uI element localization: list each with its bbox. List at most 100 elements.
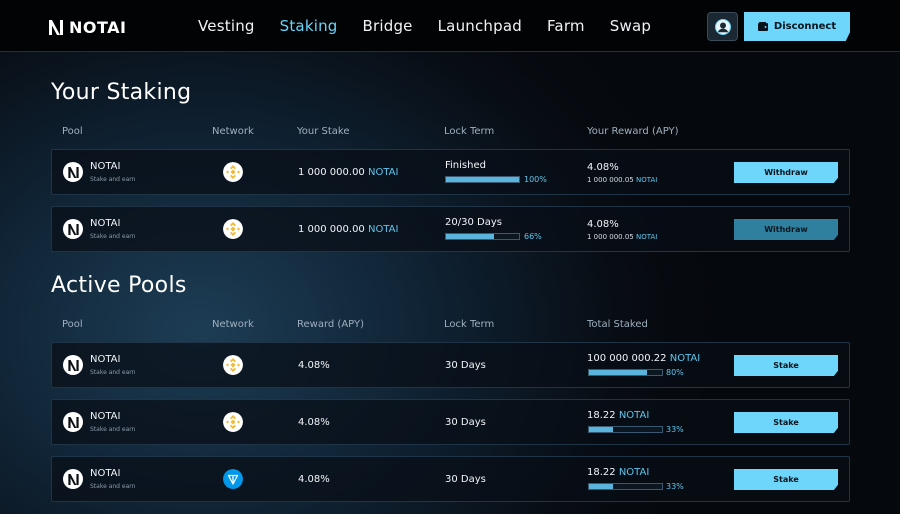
lock-status: Finished [445,160,486,171]
nav-links: Vesting Staking Bridge Launchpad Farm Sw… [198,17,676,35]
pool-subtitle: Stake and earn [90,233,136,240]
pool-apy: 4.08% [298,417,330,428]
reward-amount: 1 000 000.05 NOTAI [587,176,657,184]
reward-token: NOTAI [636,176,658,184]
staking-row: NOTAI Stake and earn 1 000 000.00 NOTAI … [51,206,850,252]
col-pool: Pool [62,319,83,330]
reward-apy: 4.08% [587,162,619,173]
staked-progress-bar [588,369,663,376]
lock-progress-fill [446,234,495,239]
stake-token: NOTAI [367,224,399,235]
pool-row: NOTAI Stake and earn 4.08% 30 Days 100 0… [51,342,850,388]
pool-subtitle: Stake and earn [90,369,136,376]
nav-launchpad[interactable]: Launchpad [438,17,522,35]
col-your-stake: Your Stake [297,126,350,137]
stake-token: NOTAI [367,167,399,178]
pool-name: NOTAI [90,354,121,365]
pool-row: NOTAI Stake and earn 4.08% 30 Days 18.22… [51,456,850,502]
pool-apy: 4.08% [298,474,330,485]
total-value: 18.22 [587,410,616,421]
col-total-staked: Total Staked [587,319,648,330]
bnb-icon [223,412,243,432]
col-network: Network [212,319,254,330]
nav-staking[interactable]: Staking [280,17,338,35]
notai-token-icon [63,469,83,489]
stake-value: 1 000 000.00 [298,167,365,178]
col-pool: Pool [62,126,83,137]
pool-lock-term: 30 Days [445,360,486,371]
nav-bridge[interactable]: Bridge [363,17,413,35]
pool-subtitle: Stake and earn [90,483,136,490]
total-value: 100 000 000.22 [587,353,667,364]
col-lock-term: Lock Term [444,319,495,330]
staked-progress-bar [588,483,663,490]
stake-amount: 1 000 000.00 NOTAI [298,167,398,178]
withdraw-button[interactable]: Withdraw [734,219,838,240]
top-nav: NOTAI Vesting Staking Bridge Launchpad F… [0,0,900,52]
total-staked: 18.22 NOTAI [587,467,649,478]
brand-logo[interactable]: NOTAI [49,17,127,37]
pool-lock-term: 30 Days [445,417,486,428]
pool-subtitle: Stake and earn [90,176,136,183]
total-staked: 100 000 000.22 NOTAI [587,353,700,364]
lock-progress-bar [445,233,520,240]
pool-row: NOTAI Stake and earn 4.08% 30 Days 18.22… [51,399,850,445]
col-lock-term: Lock Term [444,126,495,137]
nav-vesting[interactable]: Vesting [198,17,255,35]
lock-percent: 66% [524,232,542,241]
staked-progress-fill [589,427,614,432]
pool-name: NOTAI [90,218,121,229]
pool-lock-term: 30 Days [445,474,486,485]
total-token: NOTAI [618,410,650,421]
bnb-icon [223,355,243,375]
lock-progress-fill [446,177,519,182]
lock-progress-bar [445,176,520,183]
notai-token-icon [63,219,83,239]
total-token: NOTAI [669,353,701,364]
brand-name: NOTAI [69,17,127,37]
wallet-icon [757,22,768,31]
reward-amount: 1 000 000.05 NOTAI [587,233,657,241]
staked-percent: 33% [666,482,684,491]
bnb-icon [223,219,243,239]
pool-name: NOTAI [90,411,121,422]
withdraw-button[interactable]: Withdraw [734,162,838,183]
notai-token-icon [63,355,83,375]
notai-token-icon [63,412,83,432]
col-network: Network [212,126,254,137]
reward-apy: 4.08% [587,219,619,230]
staked-percent: 33% [666,425,684,434]
total-value: 18.22 [587,467,616,478]
pool-name: NOTAI [90,468,121,479]
your-staking-title: Your Staking [51,80,192,105]
stake-button[interactable]: Stake [734,355,838,376]
staked-progress-fill [589,370,648,375]
stake-value: 1 000 000.00 [298,224,365,235]
pool-name: NOTAI [90,161,121,172]
reward-value: 1 000 000.05 [587,176,634,184]
profile-button[interactable] [707,12,738,41]
user-avatar-icon [714,18,731,35]
pool-apy: 4.08% [298,360,330,371]
nav-farm[interactable]: Farm [547,17,585,35]
staking-row: NOTAI Stake and earn 1 000 000.00 NOTAI … [51,149,850,195]
staked-progress-fill [589,484,614,489]
reward-value: 1 000 000.05 [587,233,634,241]
staked-progress-bar [588,426,663,433]
nav-swap[interactable]: Swap [610,17,651,35]
col-your-reward: Your Reward (APY) [587,126,679,137]
stake-button[interactable]: Stake [734,469,838,490]
pool-subtitle: Stake and earn [90,426,136,433]
disconnect-button[interactable]: Disconnect [744,12,850,41]
notai-logo-icon [49,19,63,35]
notai-token-icon [63,162,83,182]
disconnect-label: Disconnect [773,21,837,32]
lock-status: 20/30 Days [445,217,502,228]
stake-amount: 1 000 000.00 NOTAI [298,224,398,235]
total-token: NOTAI [618,467,650,478]
stake-button[interactable]: Stake [734,412,838,433]
lock-percent: 100% [524,175,547,184]
col-reward-apy: Reward (APY) [297,319,364,330]
total-staked: 18.22 NOTAI [587,410,649,421]
active-pools-title: Active Pools [51,273,187,298]
